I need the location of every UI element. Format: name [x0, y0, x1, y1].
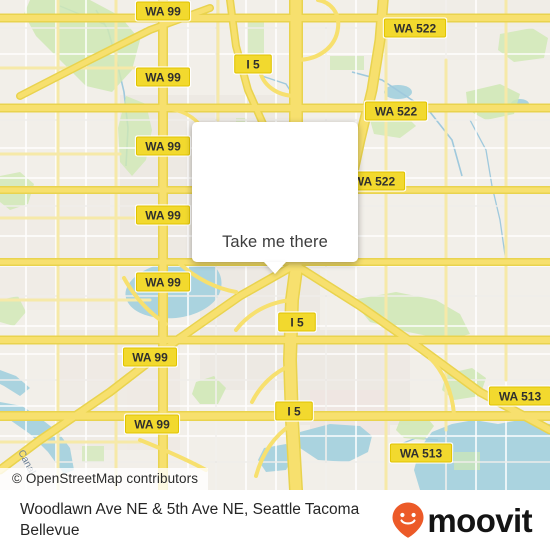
road-shield: WA 99	[134, 271, 192, 293]
road-shield: I 5	[233, 53, 273, 75]
map-pin-icon	[254, 146, 296, 198]
road-shield: I 5	[277, 311, 317, 333]
map-canvas[interactable]: WA 99 WA 522 I 5 WA 99 WA 522 WA 99 WA 522 WA 9…	[0, 0, 550, 490]
road-shield-label: WA 99	[145, 276, 181, 290]
road-shield-label: WA 513	[400, 447, 443, 461]
road-shield: WA 513	[388, 442, 454, 464]
callout-icon-panel	[192, 122, 358, 222]
moovit-brand[interactable]: moovit	[391, 501, 533, 539]
road-shield-label: I 5	[290, 316, 304, 330]
location-title: Woodlawn Ave NE & 5th Ave NE, Seattle Ta…	[20, 501, 360, 539]
road-shield-label: WA 522	[353, 175, 396, 189]
map-page: WA 99 WA 522 I 5 WA 99 WA 522 WA 99 WA 522 WA 9…	[0, 0, 550, 550]
road-shield-label: WA 513	[499, 390, 542, 404]
road-shield: WA 99	[134, 204, 192, 226]
road-shield: I 5	[274, 400, 314, 422]
road-shield-label: WA 99	[145, 71, 181, 85]
road-shield-label: I 5	[246, 58, 260, 72]
road-shield: WA 99	[121, 346, 179, 368]
road-shield-label: WA 99	[145, 140, 181, 154]
road-shield: WA 99	[134, 66, 192, 88]
callout-action-panel[interactable]: Take me there	[192, 222, 358, 262]
road-shield: WA 522	[363, 100, 429, 122]
callout-pointer-tail	[264, 261, 286, 274]
road-shield: WA 99	[134, 135, 192, 157]
road-shield-label: WA 522	[375, 105, 418, 119]
callout-label: Take me there	[222, 232, 328, 251]
road-shield-label: WA 99	[145, 209, 181, 223]
road-shield-label: WA 99	[132, 351, 168, 365]
road-shield: WA 522	[382, 17, 448, 39]
road-shield-label: WA 522	[394, 22, 437, 36]
road-shield: WA 99	[123, 413, 181, 435]
road-shield-label: WA 99	[134, 418, 170, 432]
moovit-pin-icon	[392, 502, 424, 538]
road-shield: WA 513	[487, 385, 550, 407]
moovit-wordmark: moovit	[427, 501, 532, 539]
road-shield-label: I 5	[287, 405, 301, 419]
take-me-there-callout[interactable]: Take me there	[192, 122, 358, 274]
osm-attribution[interactable]: © OpenStreetMap contributors	[0, 468, 209, 490]
footer-bar: Woodlawn Ave NE & 5th Ave NE, Seattle Ta…	[0, 490, 550, 550]
road-shield: WA 99	[134, 0, 192, 22]
road-shield-label: WA 99	[145, 5, 181, 19]
